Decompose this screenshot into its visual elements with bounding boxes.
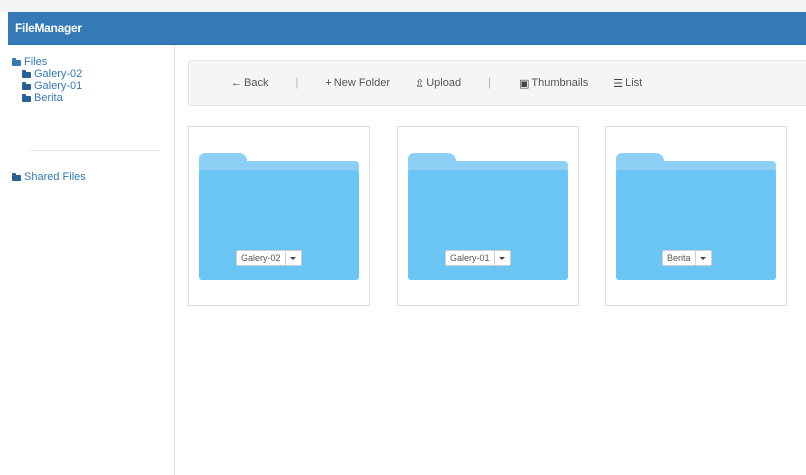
sidebar: Files Galery-02 Galery-01 Berita Shared …: [8, 45, 175, 475]
folder-icon: [12, 173, 21, 181]
caret-down-icon: [290, 256, 297, 260]
list-button[interactable]: ☰ List: [613, 77, 642, 90]
tree-item-label: Galery-02: [34, 68, 83, 80]
plus-icon: +: [325, 77, 332, 89]
folder-thumbnail[interactable]: [397, 126, 579, 306]
folder-icon: [22, 82, 31, 90]
folder-open-icon: [12, 58, 21, 66]
folder-menu-toggle[interactable]: [285, 250, 302, 266]
folder-thumbnail[interactable]: [188, 126, 370, 306]
folder-thumbnail[interactable]: [605, 126, 787, 306]
upload-icon: ⇫: [415, 77, 425, 90]
folder-name-button[interactable]: Galery-01: [445, 250, 495, 266]
folder-name-button[interactable]: Berita: [662, 250, 696, 266]
caret-down-icon: [700, 256, 707, 260]
folder-tree: Files Galery-02 Galery-01 Berita: [12, 57, 82, 104]
folder-menu-toggle[interactable]: [695, 250, 712, 266]
back-button[interactable]: ← Back: [231, 77, 268, 89]
tree-item-shared-files[interactable]: Shared Files: [12, 172, 86, 183]
folder-name-dropdown[interactable]: Galery-01: [445, 250, 511, 266]
list-label: List: [625, 77, 643, 89]
upload-button[interactable]: ⇫ Upload: [415, 77, 461, 90]
folder-menu-toggle[interactable]: [494, 250, 511, 266]
new-folder-button[interactable]: + New Folder: [325, 77, 390, 89]
folder-item-galery-01[interactable]: [397, 126, 579, 306]
list-icon: ☰: [613, 77, 624, 90]
folder-icon: [22, 94, 31, 102]
arrow-left-icon: ←: [231, 77, 242, 89]
thumbnails-button[interactable]: ▣ Thumbnails: [519, 77, 588, 90]
folder-name-button[interactable]: Galery-02: [236, 250, 286, 266]
new-folder-label: New Folder: [333, 77, 391, 89]
caret-down-icon: [499, 256, 506, 260]
folder-item-berita[interactable]: [605, 126, 787, 306]
toolbar: ← Back | + New Folder ⇫ Upload | ▣ Thumb…: [188, 60, 806, 106]
sidebar-divider: [30, 150, 160, 151]
folder-name-dropdown[interactable]: Berita: [662, 250, 712, 266]
app-header: FileManager: [8, 12, 806, 45]
picture-icon: ▣: [518, 77, 530, 90]
thumbnails-label: Thumbnails: [531, 77, 589, 89]
tree-item-galery-01[interactable]: Galery-01: [22, 81, 82, 92]
folder-item-galery-02[interactable]: [188, 126, 370, 306]
folder-icon: [22, 70, 31, 78]
folder-name-dropdown[interactable]: Galery-02: [236, 250, 302, 266]
main-content: ← Back | + New Folder ⇫ Upload | ▣ Thumb…: [175, 45, 806, 475]
app-title[interactable]: FileManager: [15, 21, 82, 35]
toolbar-separator: |: [488, 77, 491, 89]
tree-children: Galery-02 Galery-01 Berita: [12, 69, 82, 104]
upload-label: Upload: [426, 77, 462, 89]
file-manager-app: FileManager Files Galery-02 Galery-01 Be…: [0, 0, 806, 475]
back-label: Back: [244, 77, 269, 89]
tree-item-label: Berita: [34, 92, 63, 104]
tree-item-galery-02[interactable]: Galery-02: [22, 69, 82, 80]
tree-item-files[interactable]: Files: [12, 57, 82, 68]
tree-item-label: Files: [24, 56, 48, 68]
tree-item-label: Galery-01: [34, 80, 83, 92]
tree-item-berita[interactable]: Berita: [22, 93, 82, 104]
tree-item-label: Shared Files: [24, 171, 86, 183]
toolbar-separator: |: [295, 77, 299, 89]
